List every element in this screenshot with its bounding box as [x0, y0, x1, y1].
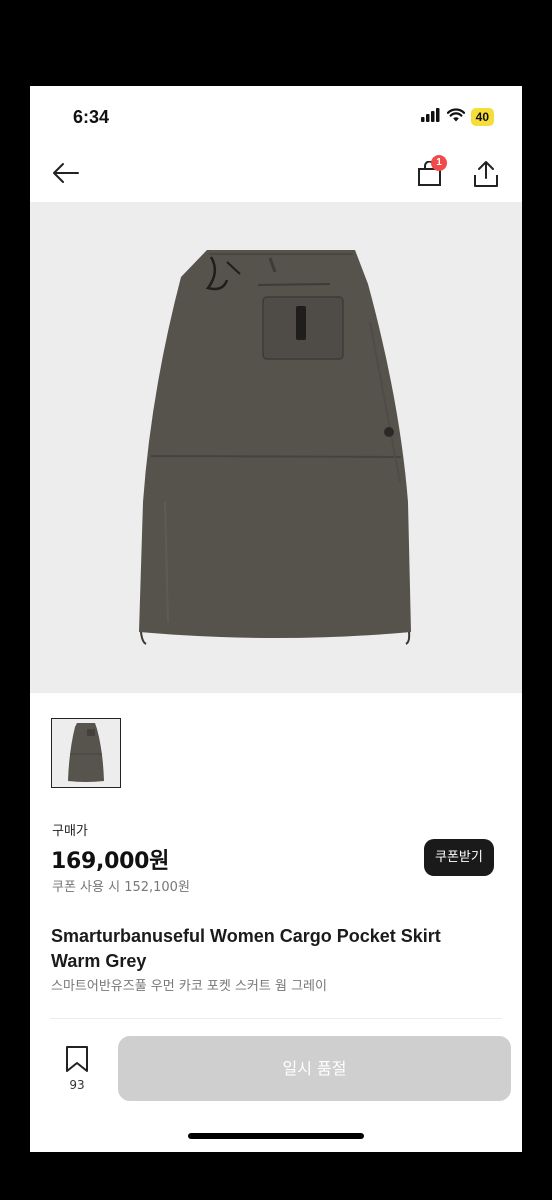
battery-indicator: 40 — [470, 107, 494, 126]
thumbnail-image[interactable] — [51, 718, 121, 788]
cart-button[interactable]: 1 — [417, 155, 447, 191]
bottom-action-bar: 93 일시 품절 — [30, 1023, 522, 1152]
share-icon[interactable] — [473, 160, 499, 192]
product-title-korean: 스마트어반유즈풀 우먼 카코 포켓 스커트 웜 그레이 — [51, 979, 327, 994]
shopping-bag-icon — [417, 160, 443, 191]
top-nav: 1 — [30, 148, 522, 202]
divider — [50, 1018, 502, 1019]
coupon-download-button[interactable]: 쿠폰받기 — [424, 839, 494, 876]
product-price: 169,000원 — [51, 849, 170, 874]
price-label: 구매가 — [52, 824, 88, 839]
skirt-image — [139, 250, 411, 645]
signal-icon — [420, 107, 441, 126]
app-screen: 6:34 40 1 구매가 169,000원 쿠폰 사용 시 152,100원 … — [30, 86, 522, 1152]
bookmark-icon — [65, 1046, 89, 1077]
home-indicator — [188, 1133, 364, 1139]
wishlist-button[interactable]: 93 — [61, 1045, 93, 1092]
back-arrow-icon[interactable] — [52, 162, 80, 188]
status-bar: 6:34 40 — [30, 86, 522, 148]
wifi-icon — [446, 107, 465, 126]
cart-badge: 1 — [431, 155, 447, 171]
status-time: 6:34 — [73, 107, 110, 127]
coupon-price: 쿠폰 사용 시 152,100원 — [52, 880, 190, 895]
status-icons: 40 — [420, 107, 494, 126]
wishlist-count: 93 — [69, 1078, 85, 1092]
sold-out-button[interactable]: 일시 품절 — [118, 1036, 511, 1101]
product-title: Smarturbanuseful Women Cargo Pocket Skir… — [51, 926, 441, 971]
skirt-thumbnail — [68, 723, 104, 782]
product-main-image[interactable] — [30, 202, 522, 693]
